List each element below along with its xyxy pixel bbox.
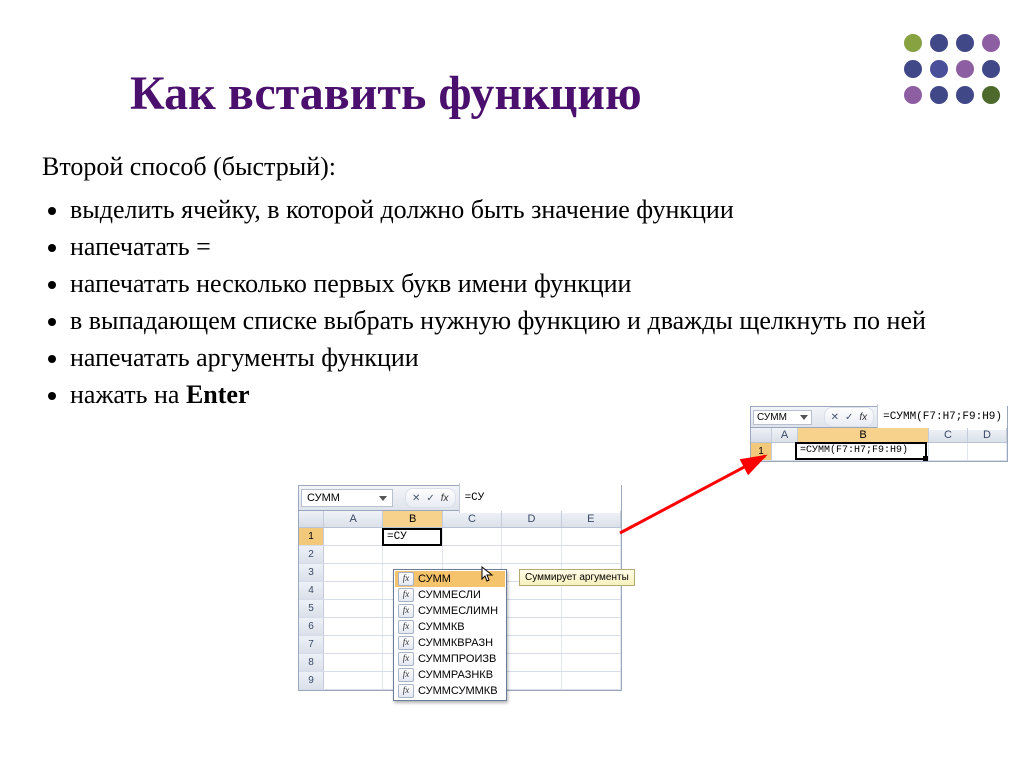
fx-icon: fx — [398, 604, 414, 618]
bullet-item: в выпадающем списке выбрать нужную функц… — [70, 303, 964, 338]
autocomplete-item[interactable]: fxСУММПРОИЗВ — [395, 651, 505, 667]
active-cell[interactable]: =СУ — [382, 528, 442, 546]
formula-bar: СУММ ✕ ✓ fx =СУММ(F7:H7;F9:H9) — [751, 407, 1007, 428]
formula-bar-buttons: ✕ ✓ fx — [405, 488, 456, 508]
autocomplete-item[interactable]: fxСУММЕСЛИМН — [395, 603, 505, 619]
fx-icon: fx — [398, 572, 414, 586]
col-header[interactable]: B — [383, 511, 442, 527]
fx-icon[interactable]: fx — [859, 412, 867, 423]
autocomplete-item[interactable]: fxСУММРАЗНКВ — [395, 667, 505, 683]
excel-screenshot-result: СУММ ✕ ✓ fx =СУММ(F7:H7;F9:H9) A B C D 1 — [750, 406, 1008, 462]
active-cell[interactable]: =СУММ(F7:H7;F9:H9) — [795, 442, 927, 460]
fx-icon[interactable]: fx — [441, 493, 449, 504]
row-header[interactable]: 7 — [299, 636, 324, 653]
name-box-value: СУММ — [307, 492, 340, 504]
formula-bar: СУММ ✕ ✓ fx =СУ — [299, 486, 621, 511]
col-header[interactable]: C — [929, 428, 968, 442]
select-all-corner[interactable] — [751, 428, 772, 442]
worksheet-grid[interactable]: 1 =СУММ(F7:H7;F9:H9) — [751, 443, 1007, 461]
col-header[interactable]: D — [968, 428, 1007, 442]
cancel-icon[interactable]: ✕ — [412, 493, 420, 504]
name-box[interactable]: СУММ — [753, 410, 812, 425]
name-box[interactable]: СУММ — [301, 489, 393, 507]
chevron-down-icon — [379, 496, 387, 501]
excel-screenshot-autocomplete: СУММ ✕ ✓ fx =СУ A B C D E 1 2 3 4 5 — [298, 485, 622, 691]
bullet-text: нажать на — [70, 380, 186, 409]
formula-text: =СУММ(F7:H7;F9:H9) — [883, 411, 1002, 423]
row-header[interactable]: 2 — [299, 546, 324, 563]
autocomplete-item[interactable]: fxСУММКВРАЗН — [395, 635, 505, 651]
fx-icon: fx — [398, 636, 414, 650]
row-header[interactable]: 3 — [299, 564, 324, 581]
bullet-item: напечатать = — [70, 229, 964, 264]
select-all-corner[interactable] — [299, 511, 324, 527]
worksheet-grid[interactable]: 1 2 3 4 5 6 7 8 9 =СУ fxСУММ fxСУММЕСЛИ … — [299, 528, 621, 690]
name-box-value: СУММ — [757, 412, 787, 423]
slide-body: Второй способ (быстрый): выделить ячейку… — [0, 139, 1024, 413]
row-header[interactable]: 9 — [299, 672, 324, 689]
cell-value: =СУ — [387, 531, 407, 543]
formula-input[interactable]: =СУ — [459, 483, 621, 513]
col-header[interactable]: D — [502, 511, 561, 527]
intro-text: Второй способ (быстрый): — [42, 149, 964, 184]
formula-bar-buttons: ✕ ✓ fx — [824, 407, 875, 427]
deco-dots — [900, 30, 1004, 108]
autocomplete-item[interactable]: fxСУММСУММКВ — [395, 683, 505, 699]
row-header[interactable]: 6 — [299, 618, 324, 635]
col-header[interactable]: E — [562, 511, 621, 527]
bullet-item: выделить ячейку, в которой должно быть з… — [70, 192, 964, 227]
fx-icon: fx — [398, 668, 414, 682]
col-header[interactable]: C — [443, 511, 502, 527]
row-header[interactable]: 5 — [299, 600, 324, 617]
fx-icon: fx — [398, 684, 414, 698]
row-header[interactable]: 1 — [751, 443, 772, 460]
autocomplete-item[interactable]: fxСУММКВ — [395, 619, 505, 635]
accept-icon[interactable]: ✓ — [845, 412, 853, 423]
formula-input[interactable]: =СУММ(F7:H7;F9:H9) — [877, 404, 1007, 430]
function-autocomplete-list[interactable]: fxСУММ fxСУММЕСЛИ fxСУММЕСЛИМН fxСУММКВ … — [393, 569, 507, 701]
bullet-item: напечатать аргументы функции — [70, 340, 964, 375]
key-name: Enter — [186, 380, 250, 409]
bullet-item: напечатать несколько первых букв имени ф… — [70, 266, 964, 301]
fx-icon: fx — [398, 588, 414, 602]
cursor-icon — [481, 566, 494, 584]
tooltip-text: Суммирует аргументы — [525, 572, 629, 583]
chevron-down-icon — [800, 415, 808, 420]
row-header[interactable]: 1 — [299, 528, 324, 545]
row-header[interactable]: 8 — [299, 654, 324, 671]
slide: Как вставить функцию Второй способ (быст… — [0, 0, 1024, 767]
fill-handle[interactable] — [923, 456, 928, 461]
col-header[interactable]: B — [798, 428, 929, 442]
slide-title: Как вставить функцию — [0, 0, 1024, 139]
column-headers: A B C D — [751, 428, 1007, 443]
function-tooltip: Суммирует аргументы — [519, 569, 635, 586]
row-header[interactable]: 4 — [299, 582, 324, 599]
col-header[interactable]: A — [772, 428, 798, 442]
cell-value: =СУММ(F7:H7;F9:H9) — [800, 445, 908, 456]
column-headers: A B C D E — [299, 511, 621, 528]
autocomplete-item[interactable]: fxСУММЕСЛИ — [395, 587, 505, 603]
cancel-icon[interactable]: ✕ — [831, 412, 839, 423]
col-header[interactable]: A — [324, 511, 383, 527]
fx-icon: fx — [398, 652, 414, 666]
bullet-list: выделить ячейку, в которой должно быть з… — [42, 192, 964, 413]
accept-icon[interactable]: ✓ — [426, 493, 434, 504]
formula-text: =СУ — [465, 492, 485, 504]
fx-icon: fx — [398, 620, 414, 634]
